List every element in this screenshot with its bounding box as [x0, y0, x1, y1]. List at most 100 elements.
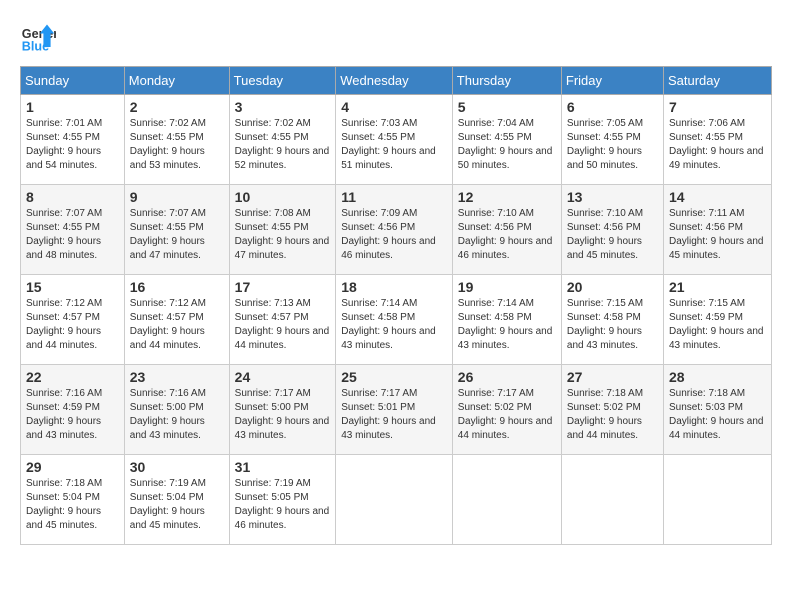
daylight-label: Daylight: 9 hours and 47 minutes. — [235, 236, 330, 261]
daylight-label: Daylight: 9 hours and 45 minutes. — [26, 506, 101, 531]
week-row-4: 22 Sunrise: 7:16 AM Sunset: 4:59 PM Dayl… — [21, 365, 772, 455]
sunset-label: Sunset: 4:57 PM — [130, 312, 204, 323]
calendar-cell: 20 Sunrise: 7:15 AM Sunset: 4:58 PM Dayl… — [561, 275, 663, 365]
day-info: Sunrise: 7:15 AM Sunset: 4:59 PM Dayligh… — [669, 297, 766, 353]
day-info: Sunrise: 7:16 AM Sunset: 5:00 PM Dayligh… — [130, 387, 224, 443]
calendar-cell: 14 Sunrise: 7:11 AM Sunset: 4:56 PM Dayl… — [663, 185, 771, 275]
day-info: Sunrise: 7:10 AM Sunset: 4:56 PM Dayligh… — [458, 207, 556, 263]
calendar-body: 1 Sunrise: 7:01 AM Sunset: 4:55 PM Dayli… — [21, 95, 772, 545]
sunrise-label: Sunrise: 7:18 AM — [567, 388, 643, 399]
day-info: Sunrise: 7:13 AM Sunset: 4:57 PM Dayligh… — [235, 297, 331, 353]
calendar-cell: 18 Sunrise: 7:14 AM Sunset: 4:58 PM Dayl… — [336, 275, 453, 365]
day-info: Sunrise: 7:02 AM Sunset: 4:55 PM Dayligh… — [235, 117, 331, 173]
daylight-label: Daylight: 9 hours and 44 minutes. — [130, 326, 205, 351]
sunrise-label: Sunrise: 7:08 AM — [235, 208, 311, 219]
daylight-label: Daylight: 9 hours and 43 minutes. — [341, 416, 436, 441]
day-number: 29 — [26, 459, 119, 475]
weekday-header-thursday: Thursday — [452, 67, 561, 95]
day-number: 30 — [130, 459, 224, 475]
day-number: 13 — [567, 189, 658, 205]
day-number: 7 — [669, 99, 766, 115]
sunrise-label: Sunrise: 7:16 AM — [26, 388, 102, 399]
daylight-label: Daylight: 9 hours and 47 minutes. — [130, 236, 205, 261]
daylight-label: Daylight: 9 hours and 43 minutes. — [26, 416, 101, 441]
sunrise-label: Sunrise: 7:06 AM — [669, 118, 745, 129]
day-info: Sunrise: 7:05 AM Sunset: 4:55 PM Dayligh… — [567, 117, 658, 173]
calendar-cell: 3 Sunrise: 7:02 AM Sunset: 4:55 PM Dayli… — [229, 95, 336, 185]
day-info: Sunrise: 7:07 AM Sunset: 4:55 PM Dayligh… — [26, 207, 119, 263]
day-info: Sunrise: 7:18 AM Sunset: 5:02 PM Dayligh… — [567, 387, 658, 443]
day-number: 18 — [341, 279, 447, 295]
daylight-label: Daylight: 9 hours and 53 minutes. — [130, 146, 205, 171]
daylight-label: Daylight: 9 hours and 45 minutes. — [669, 236, 764, 261]
sunset-label: Sunset: 5:00 PM — [130, 402, 204, 413]
sunrise-label: Sunrise: 7:07 AM — [130, 208, 206, 219]
calendar-cell: 13 Sunrise: 7:10 AM Sunset: 4:56 PM Dayl… — [561, 185, 663, 275]
sunrise-label: Sunrise: 7:19 AM — [130, 478, 206, 489]
sunrise-label: Sunrise: 7:07 AM — [26, 208, 102, 219]
sunrise-label: Sunrise: 7:14 AM — [341, 298, 417, 309]
week-row-2: 8 Sunrise: 7:07 AM Sunset: 4:55 PM Dayli… — [21, 185, 772, 275]
day-info: Sunrise: 7:15 AM Sunset: 4:58 PM Dayligh… — [567, 297, 658, 353]
day-number: 15 — [26, 279, 119, 295]
sunset-label: Sunset: 4:55 PM — [567, 132, 641, 143]
day-info: Sunrise: 7:11 AM Sunset: 4:56 PM Dayligh… — [669, 207, 766, 263]
calendar-cell: 11 Sunrise: 7:09 AM Sunset: 4:56 PM Dayl… — [336, 185, 453, 275]
weekday-header-monday: Monday — [124, 67, 229, 95]
sunrise-label: Sunrise: 7:01 AM — [26, 118, 102, 129]
daylight-label: Daylight: 9 hours and 45 minutes. — [130, 506, 205, 531]
daylight-label: Daylight: 9 hours and 54 minutes. — [26, 146, 101, 171]
sunset-label: Sunset: 4:55 PM — [458, 132, 532, 143]
day-info: Sunrise: 7:14 AM Sunset: 4:58 PM Dayligh… — [341, 297, 447, 353]
sunrise-label: Sunrise: 7:19 AM — [235, 478, 311, 489]
sunset-label: Sunset: 4:58 PM — [341, 312, 415, 323]
daylight-label: Daylight: 9 hours and 43 minutes. — [235, 416, 330, 441]
header-area: General Blue — [20, 20, 772, 56]
sunset-label: Sunset: 4:55 PM — [130, 222, 204, 233]
daylight-label: Daylight: 9 hours and 46 minutes. — [235, 506, 330, 531]
sunrise-label: Sunrise: 7:05 AM — [567, 118, 643, 129]
sunrise-label: Sunrise: 7:16 AM — [130, 388, 206, 399]
calendar-cell: 4 Sunrise: 7:03 AM Sunset: 4:55 PM Dayli… — [336, 95, 453, 185]
day-number: 3 — [235, 99, 331, 115]
daylight-label: Daylight: 9 hours and 44 minutes. — [458, 416, 553, 441]
sunset-label: Sunset: 5:02 PM — [458, 402, 532, 413]
sunset-label: Sunset: 4:59 PM — [26, 402, 100, 413]
calendar-cell: 31 Sunrise: 7:19 AM Sunset: 5:05 PM Dayl… — [229, 455, 336, 545]
calendar-cell: 19 Sunrise: 7:14 AM Sunset: 4:58 PM Dayl… — [452, 275, 561, 365]
sunrise-label: Sunrise: 7:02 AM — [130, 118, 206, 129]
sunrise-label: Sunrise: 7:15 AM — [567, 298, 643, 309]
sunrise-label: Sunrise: 7:18 AM — [669, 388, 745, 399]
daylight-label: Daylight: 9 hours and 45 minutes. — [567, 236, 642, 261]
day-number: 17 — [235, 279, 331, 295]
day-number: 8 — [26, 189, 119, 205]
calendar-cell: 22 Sunrise: 7:16 AM Sunset: 4:59 PM Dayl… — [21, 365, 125, 455]
logo: General Blue — [20, 20, 56, 56]
daylight-label: Daylight: 9 hours and 44 minutes. — [567, 416, 642, 441]
calendar-cell: 8 Sunrise: 7:07 AM Sunset: 4:55 PM Dayli… — [21, 185, 125, 275]
day-number: 22 — [26, 369, 119, 385]
day-info: Sunrise: 7:04 AM Sunset: 4:55 PM Dayligh… — [458, 117, 556, 173]
day-info: Sunrise: 7:18 AM Sunset: 5:04 PM Dayligh… — [26, 477, 119, 533]
day-number: 31 — [235, 459, 331, 475]
sunset-label: Sunset: 4:58 PM — [458, 312, 532, 323]
day-info: Sunrise: 7:09 AM Sunset: 4:56 PM Dayligh… — [341, 207, 447, 263]
calendar-cell: 27 Sunrise: 7:18 AM Sunset: 5:02 PM Dayl… — [561, 365, 663, 455]
day-info: Sunrise: 7:19 AM Sunset: 5:04 PM Dayligh… — [130, 477, 224, 533]
sunrise-label: Sunrise: 7:10 AM — [567, 208, 643, 219]
sunset-label: Sunset: 4:55 PM — [26, 222, 100, 233]
sunset-label: Sunset: 4:56 PM — [458, 222, 532, 233]
daylight-label: Daylight: 9 hours and 52 minutes. — [235, 146, 330, 171]
calendar-cell: 25 Sunrise: 7:17 AM Sunset: 5:01 PM Dayl… — [336, 365, 453, 455]
calendar-cell: 10 Sunrise: 7:08 AM Sunset: 4:55 PM Dayl… — [229, 185, 336, 275]
calendar-cell: 17 Sunrise: 7:13 AM Sunset: 4:57 PM Dayl… — [229, 275, 336, 365]
calendar-cell — [663, 455, 771, 545]
sunrise-label: Sunrise: 7:13 AM — [235, 298, 311, 309]
day-number: 23 — [130, 369, 224, 385]
sunrise-label: Sunrise: 7:14 AM — [458, 298, 534, 309]
day-info: Sunrise: 7:06 AM Sunset: 4:55 PM Dayligh… — [669, 117, 766, 173]
day-info: Sunrise: 7:03 AM Sunset: 4:55 PM Dayligh… — [341, 117, 447, 173]
day-number: 11 — [341, 189, 447, 205]
sunset-label: Sunset: 5:04 PM — [26, 492, 100, 503]
day-info: Sunrise: 7:07 AM Sunset: 4:55 PM Dayligh… — [130, 207, 224, 263]
